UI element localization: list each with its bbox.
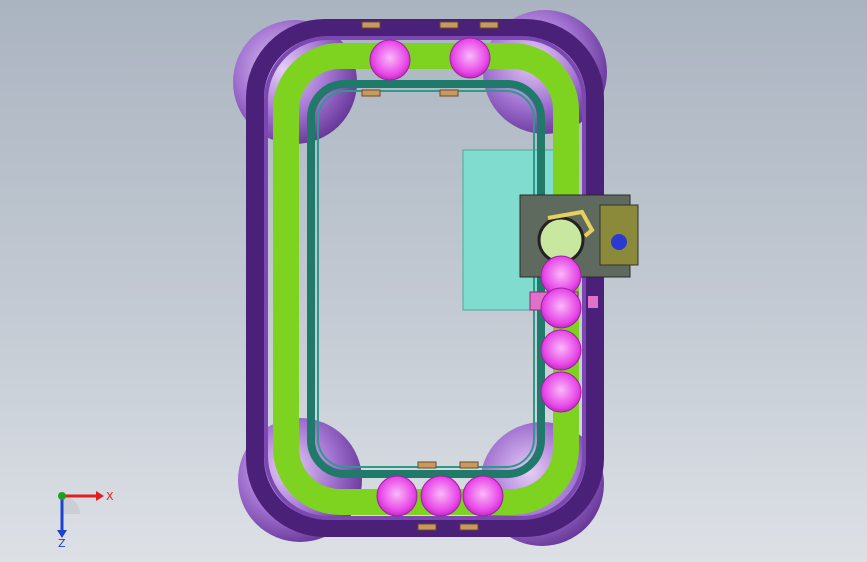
station-drum — [537, 216, 585, 264]
carrier-top-2 — [449, 37, 491, 79]
carrier-right-3 — [540, 329, 582, 371]
conveyor-loop-model — [233, 10, 639, 546]
carrier-top-1 — [369, 39, 411, 81]
triad-x-label: X — [106, 490, 114, 503]
pink-bracket-tab — [588, 296, 598, 308]
carrier-bottom-1 — [376, 475, 418, 517]
carrier-bottom-3 — [462, 475, 504, 517]
3d-model-viewport[interactable]: X Z — [0, 0, 867, 562]
carrier-right-2 — [540, 287, 582, 329]
triad-z-label: Z — [58, 537, 66, 548]
carrier-right-4 — [540, 371, 582, 413]
triad-origin — [58, 492, 66, 500]
coordinate-triad-icon: X Z — [57, 490, 114, 548]
carrier-bottom-2 — [420, 475, 462, 517]
triad-x-arrow — [96, 491, 104, 501]
station-motor-icon — [611, 234, 627, 250]
